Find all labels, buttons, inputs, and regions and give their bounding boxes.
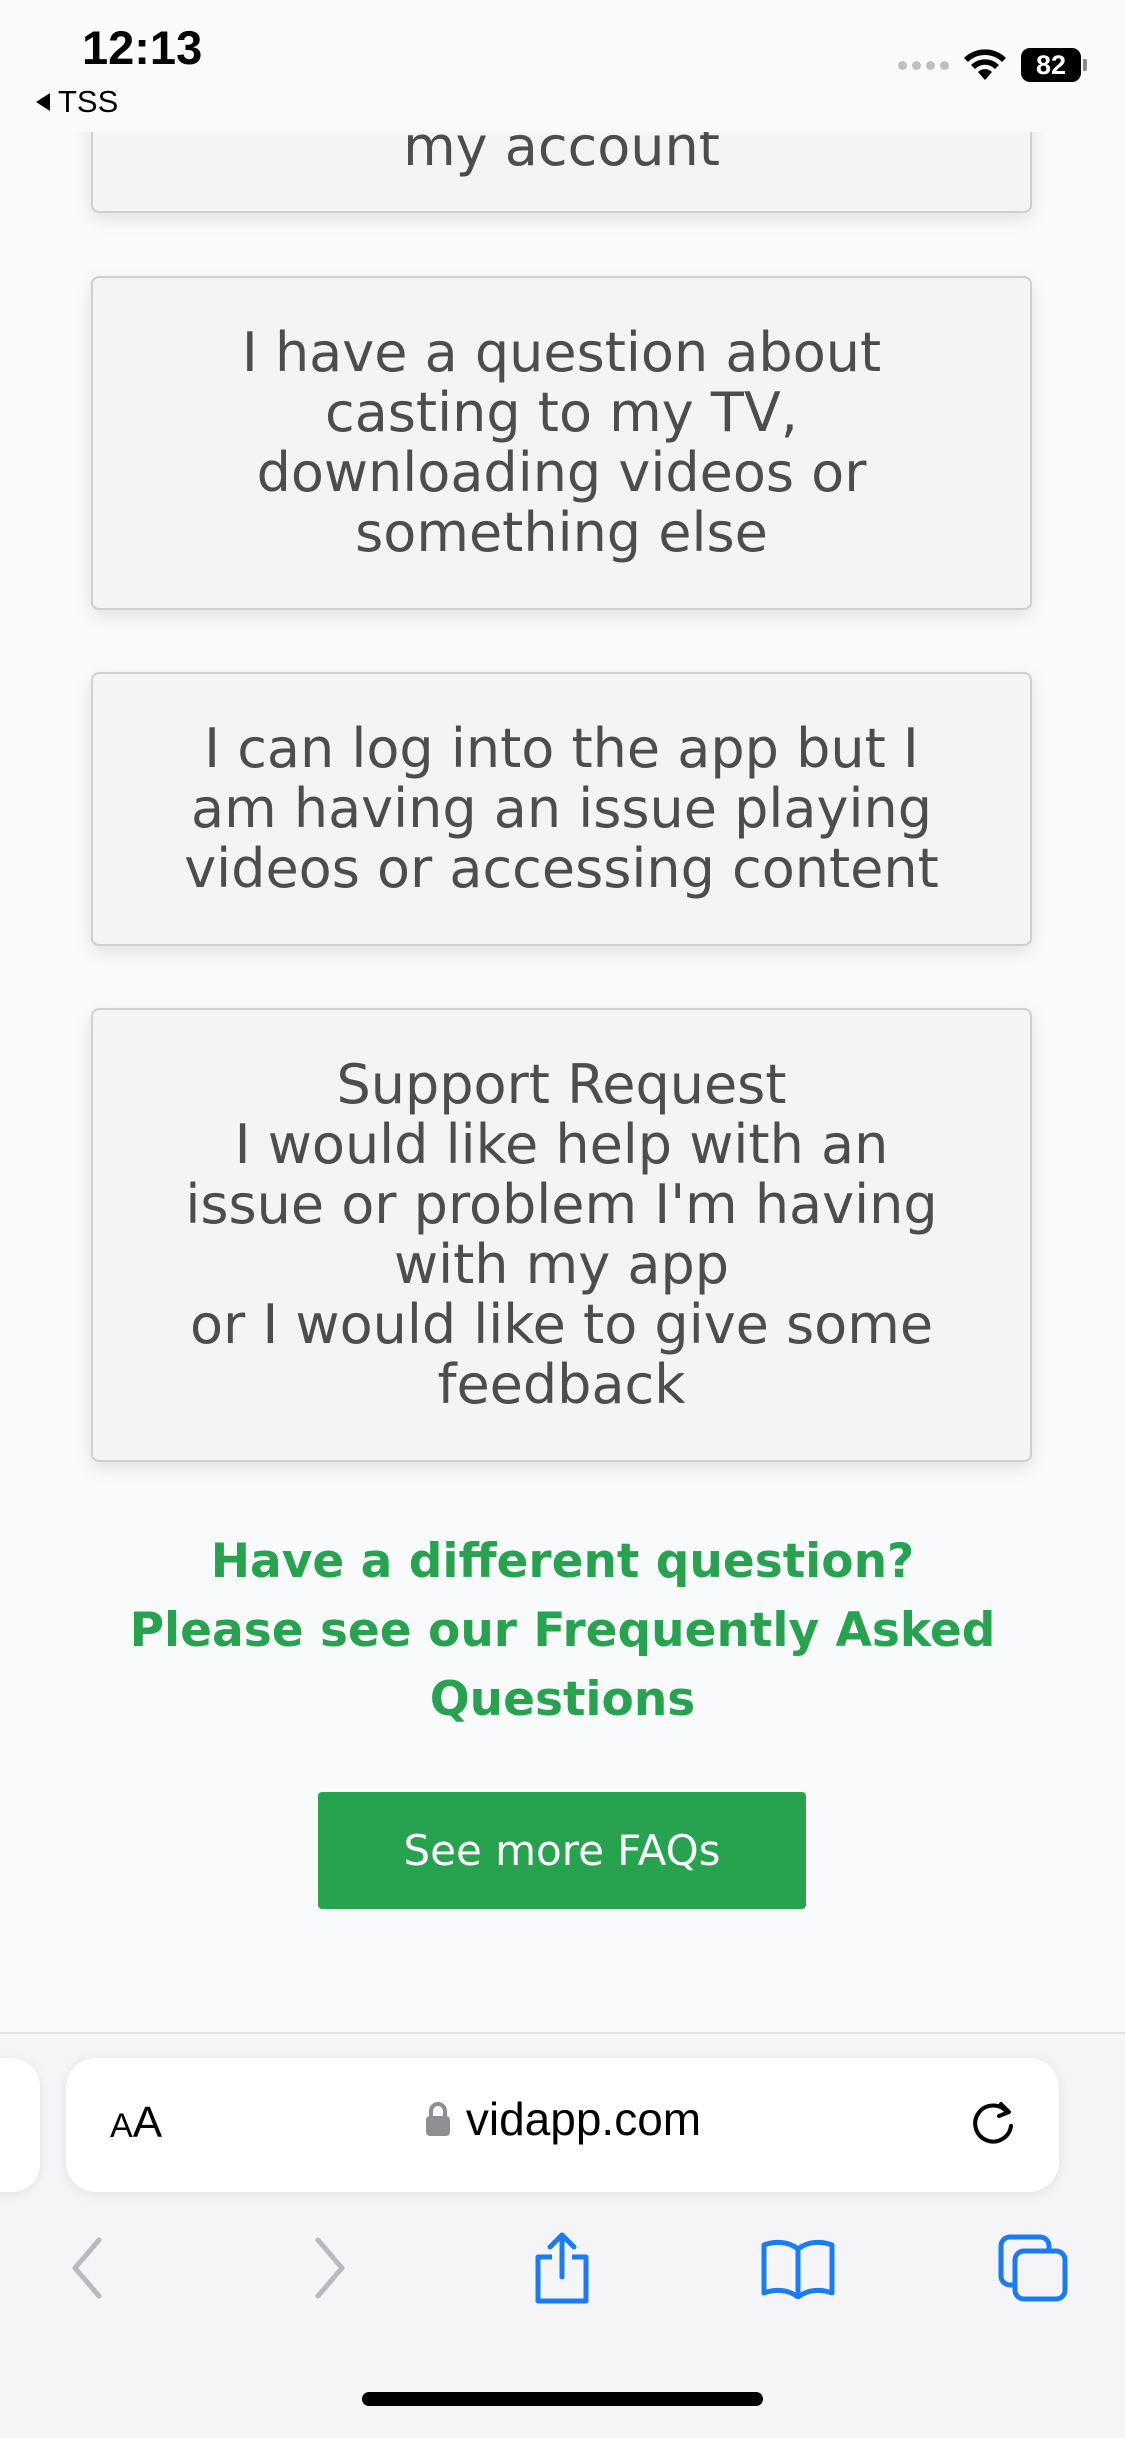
option-card-playback-issue[interactable]: I can log into the app but I am having a…: [91, 672, 1032, 946]
cellular-signal-icon: [898, 60, 949, 70]
back-triangle-icon: [36, 93, 50, 111]
see-more-faqs-button[interactable]: See more FAQs: [318, 1792, 806, 1909]
back-app-label: TSS: [58, 84, 119, 119]
option-card-support-request[interactable]: Support Request I would like help with a…: [91, 1008, 1032, 1462]
tabs-icon: [998, 2234, 1068, 2302]
status-time: 12:13: [82, 21, 203, 74]
url-display[interactable]: vidapp.com: [66, 2092, 1059, 2146]
wifi-icon: [964, 49, 1006, 80]
status-indicators: 82: [898, 48, 1087, 82]
url-text: vidapp.com: [465, 2093, 702, 2145]
tabs-button[interactable]: [988, 2228, 1078, 2308]
option-card-casting-downloads[interactable]: I have a question about casting to my TV…: [91, 276, 1032, 610]
back-button[interactable]: [42, 2228, 132, 2308]
bookmarks-button[interactable]: [753, 2228, 843, 2308]
faq-heading: Have a different question? Please see ou…: [100, 1527, 1025, 1734]
book-icon: [761, 2239, 835, 2299]
faq-heading-line1: Have a different question?: [210, 1534, 915, 1589]
battery-icon: 82: [1021, 48, 1087, 82]
share-icon: [535, 2232, 589, 2304]
battery-level: 82: [1021, 48, 1081, 82]
faq-heading-line2: Please see our Frequently Asked Question…: [129, 1603, 996, 1727]
chevron-right-icon: [315, 2237, 345, 2299]
back-to-app-link[interactable]: TSS: [36, 84, 118, 120]
chevron-left-icon: [72, 2237, 102, 2299]
status-bar: 12:13 TSS 82: [0, 0, 1125, 132]
home-indicator[interactable]: [362, 2392, 763, 2406]
previous-tab-preview[interactable]: [0, 2058, 40, 2192]
lock-icon: [425, 2102, 450, 2136]
forward-button[interactable]: [285, 2228, 375, 2308]
address-bar[interactable]: AA vidapp.com: [66, 2058, 1059, 2192]
share-button[interactable]: [517, 2228, 607, 2308]
reload-icon[interactable]: [967, 2098, 1019, 2150]
